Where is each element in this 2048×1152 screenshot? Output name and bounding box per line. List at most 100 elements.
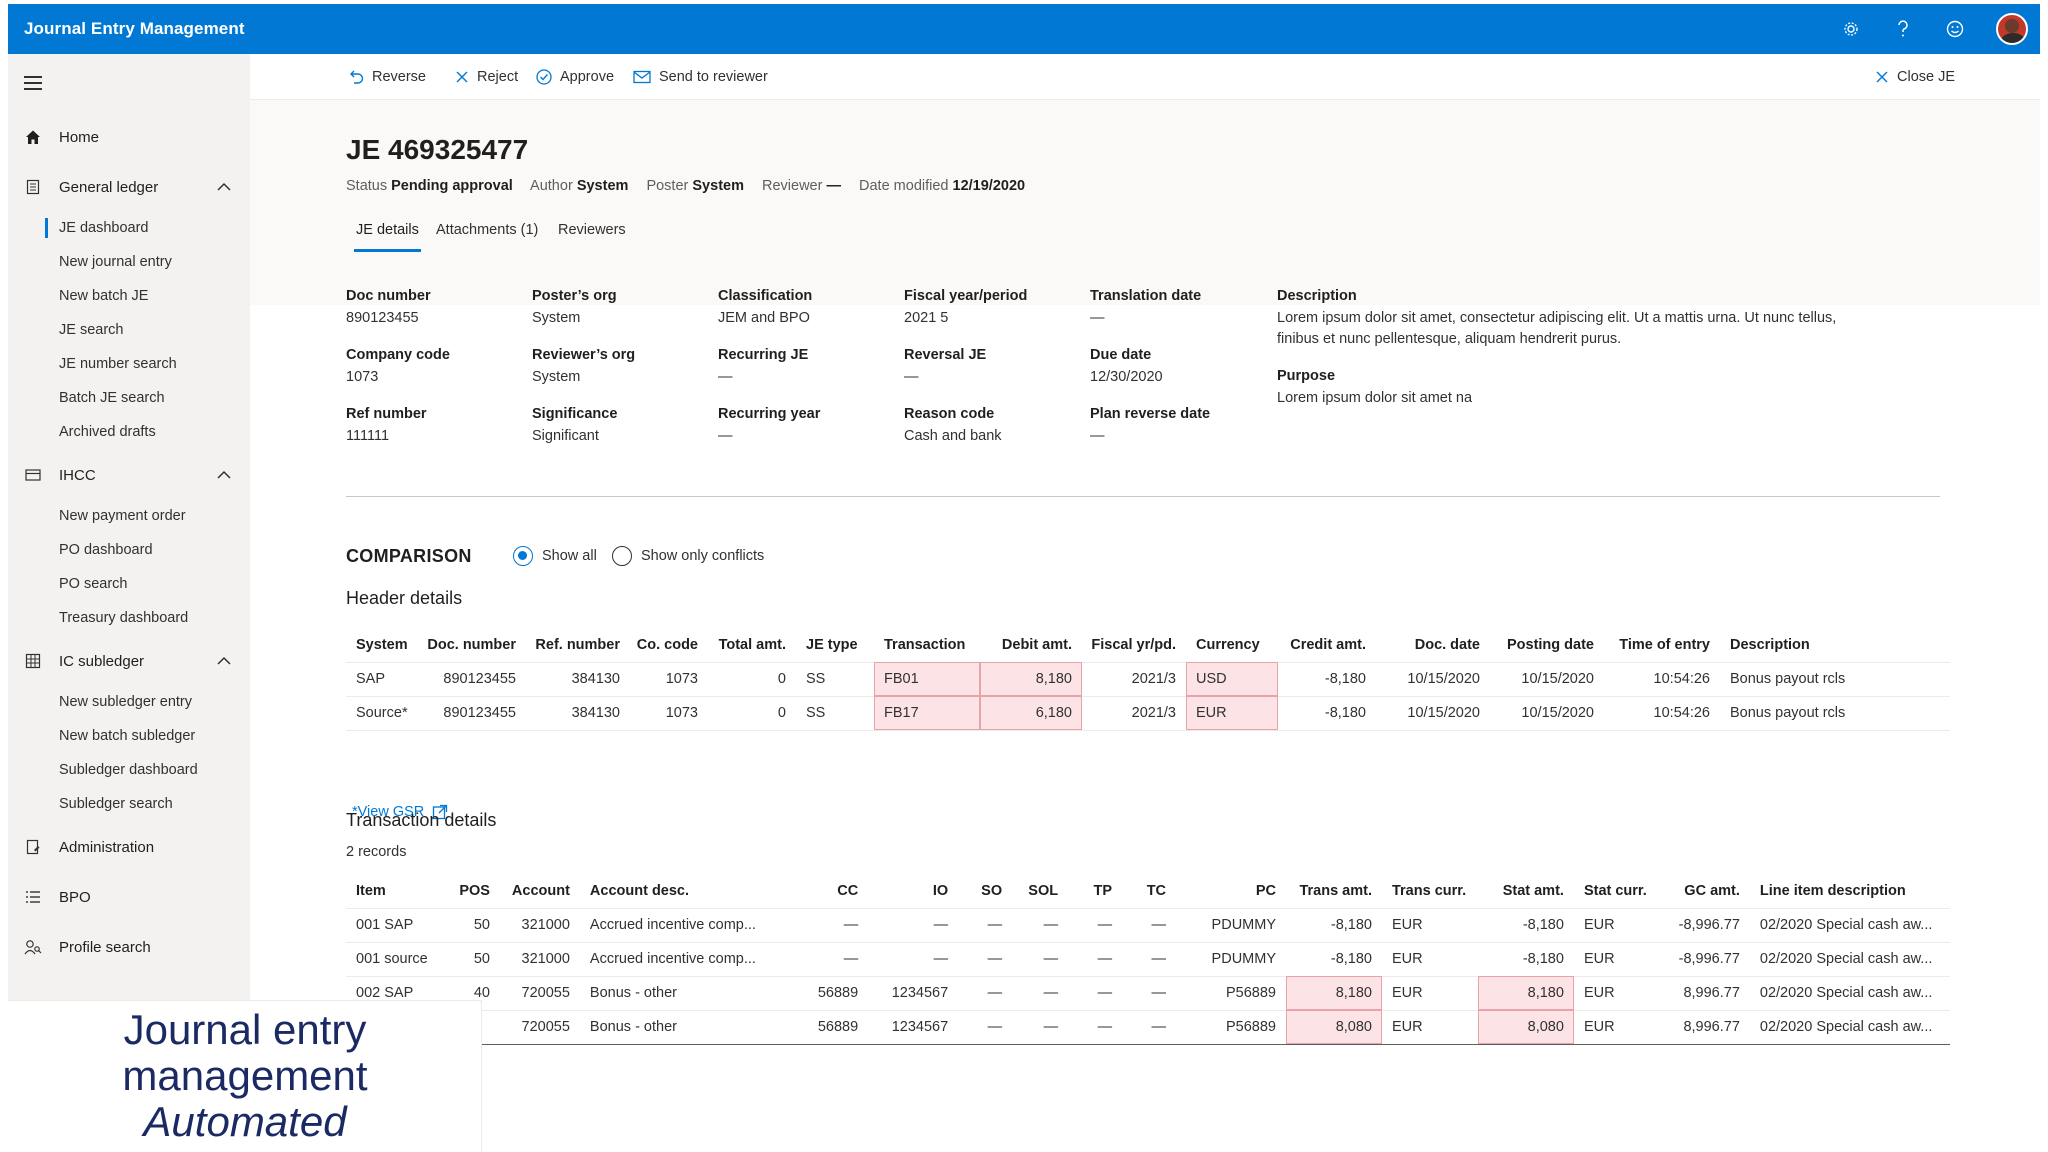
tab-je-details[interactable]: JE details [354, 222, 421, 252]
column-header[interactable]: Trans curr. [1381, 874, 1478, 909]
home-icon [24, 128, 42, 146]
column-header[interactable]: Stat amt. [1477, 874, 1574, 909]
radio-show-all[interactable]: Show all [513, 546, 597, 566]
column-header[interactable]: JE type [796, 628, 874, 663]
column-header[interactable]: GC amt. [1659, 874, 1750, 909]
column-header[interactable]: SOL [1012, 874, 1069, 909]
table-row[interactable]: 002 SAP 40 720055 Bonus - other 56889 12… [346, 975, 1950, 1011]
sidebar-item-label: Administration [59, 838, 155, 856]
table-row[interactable]: SAP 890123455 384130 1073 0 SS FB01 8,18… [346, 662, 1950, 697]
sidebar-item-po-dashboard[interactable]: PO dashboard [8, 536, 250, 564]
sidebar-item-je-number-search[interactable]: JE number search [8, 350, 250, 378]
sidebar-item-profile-search[interactable]: Profile search [8, 932, 250, 962]
field-reason-code: Reason code Cash and bank [904, 406, 1002, 444]
conflict-cell: FB01 [874, 662, 980, 697]
sidebar-item-batch-je-search[interactable]: Batch JE search [8, 384, 250, 412]
field-description: Description Lorem ipsum dolor sit amet, c… [1277, 288, 1837, 347]
sidebar-item-new-batch-je[interactable]: New batch JE [8, 282, 250, 310]
column-header[interactable]: Stat curr. [1573, 874, 1660, 909]
mail-icon [633, 70, 651, 84]
tab-reviewers[interactable]: Reviewers [558, 222, 626, 238]
chevron-up-icon[interactable] [216, 653, 232, 669]
sidebar-item-new-batch-subledger[interactable]: New batch subledger [8, 722, 250, 750]
column-header[interactable]: IO [868, 874, 959, 909]
sidebar-item-je-search[interactable]: JE search [8, 316, 250, 344]
sidebar-item-treasury-dashboard[interactable]: Treasury dashboard [8, 604, 250, 632]
conflict-cell: 8,080 [1286, 1010, 1382, 1045]
conflict-cell: 6,180 [980, 696, 1082, 731]
field-posters-org: Poster’s org System [532, 288, 617, 326]
column-header[interactable]: Credit amt. [1278, 628, 1376, 663]
table-row[interactable]: 001 SAP 50 321000 Accrued incentive comp… [346, 908, 1950, 943]
column-header[interactable]: Item [346, 874, 442, 909]
column-header[interactable]: Debit amt. [980, 628, 1082, 663]
tab-attachments[interactable]: Attachments (1) [436, 222, 538, 238]
column-header[interactable]: System [346, 628, 424, 663]
sidebar-item-bpo[interactable]: BPO [8, 882, 250, 912]
sidebar-item-new-journal-entry[interactable]: New journal entry [8, 248, 250, 276]
gear-icon[interactable] [1840, 18, 1862, 40]
column-header[interactable]: Currency [1186, 628, 1278, 663]
sidebar-item-administration[interactable]: Administration [8, 832, 250, 862]
field-plan-reverse-date: Plan reverse date — [1090, 406, 1211, 444]
field-recurring-year: Recurring year — [718, 406, 821, 444]
feedback-smile-icon[interactable] [1944, 18, 1966, 40]
sidebar-item-home[interactable]: Home [8, 122, 250, 152]
column-header[interactable]: Doc. date [1376, 628, 1490, 663]
sidebar-item-label: IHCC [59, 466, 96, 484]
column-header[interactable]: Account [489, 874, 580, 909]
column-header[interactable]: SO [958, 874, 1013, 909]
table-row[interactable]: Source* 890123455 384130 1073 0 SS FB17 … [346, 696, 1950, 731]
column-header[interactable]: Co. code [630, 628, 708, 663]
date-modified-value: 12/19/2020 [952, 178, 1026, 194]
approve-button[interactable]: Approve [536, 66, 614, 88]
column-header[interactable]: Posting date [1490, 628, 1604, 663]
reviewer-value: — [826, 178, 841, 194]
help-icon[interactable] [1892, 18, 1914, 40]
close-icon [456, 71, 468, 83]
hamburger-menu-icon[interactable] [24, 76, 42, 90]
sidebar-item-ic-subledger[interactable]: IC subledger [8, 646, 250, 676]
chevron-up-icon[interactable] [216, 179, 232, 195]
sidebar-item-subledger-search[interactable]: Subledger search [8, 790, 250, 818]
column-header[interactable]: Line item description [1749, 874, 1950, 909]
column-header[interactable]: TC [1122, 874, 1177, 909]
table-row[interactable]: 001 source 50 321000 Accrued incentive c… [346, 942, 1950, 977]
column-header[interactable]: Transaction [874, 628, 980, 663]
column-header[interactable]: Fiscal yr/pd. [1082, 628, 1186, 663]
chevron-up-icon[interactable] [216, 467, 232, 483]
sidebar-item-label: General ledger [59, 178, 159, 196]
column-header[interactable]: Ref. number [526, 628, 630, 663]
reverse-button[interactable]: Reverse [350, 66, 426, 88]
column-header[interactable]: Account desc. [579, 874, 818, 909]
card-icon [24, 466, 42, 484]
column-header[interactable]: CC [817, 874, 869, 909]
close-je-button[interactable]: Close JE [1875, 66, 1955, 88]
column-header[interactable]: Doc. number [424, 628, 526, 663]
table-header-row: Item POS Account Account desc. CC IO SO … [346, 874, 1950, 909]
column-header[interactable]: TP [1068, 874, 1123, 909]
column-header[interactable]: POS [441, 874, 490, 909]
page-title: JE 469325477 [346, 134, 529, 165]
avatar[interactable] [1996, 13, 2028, 45]
person-search-icon [24, 938, 42, 956]
column-header[interactable]: Description [1720, 628, 1950, 663]
main-content: Reverse Reject Approve Send to reviewer … [250, 54, 2040, 1152]
sidebar-item-archived-drafts[interactable]: Archived drafts [8, 418, 250, 446]
sidebar-item-po-search[interactable]: PO search [8, 570, 250, 598]
sidebar-item-je-dashboard[interactable]: JE dashboard [8, 214, 250, 242]
table-row[interactable]: 720055 Bonus - other 56889 1234567 — — —… [346, 1010, 1950, 1045]
sidebar-item-new-payment-order[interactable]: New payment order [8, 502, 250, 530]
sidebar-item-ihcc[interactable]: IHCC [8, 460, 250, 490]
sidebar-item-new-subledger-entry[interactable]: New subledger entry [8, 688, 250, 716]
column-header[interactable]: Trans amt. [1286, 874, 1382, 909]
send-to-reviewer-button[interactable]: Send to reviewer [633, 66, 768, 88]
sidebar-item-general-ledger[interactable]: General ledger [8, 172, 250, 202]
column-header[interactable]: PC [1176, 874, 1286, 909]
field-classification: Classification JEM and BPO [718, 288, 813, 326]
sidebar-item-subledger-dashboard[interactable]: Subledger dashboard [8, 756, 250, 784]
column-header[interactable]: Total amt. [708, 628, 796, 663]
reject-button[interactable]: Reject [455, 66, 518, 88]
column-header[interactable]: Time of entry [1604, 628, 1720, 663]
radio-show-only-conflicts[interactable]: Show only conflicts [612, 546, 764, 566]
